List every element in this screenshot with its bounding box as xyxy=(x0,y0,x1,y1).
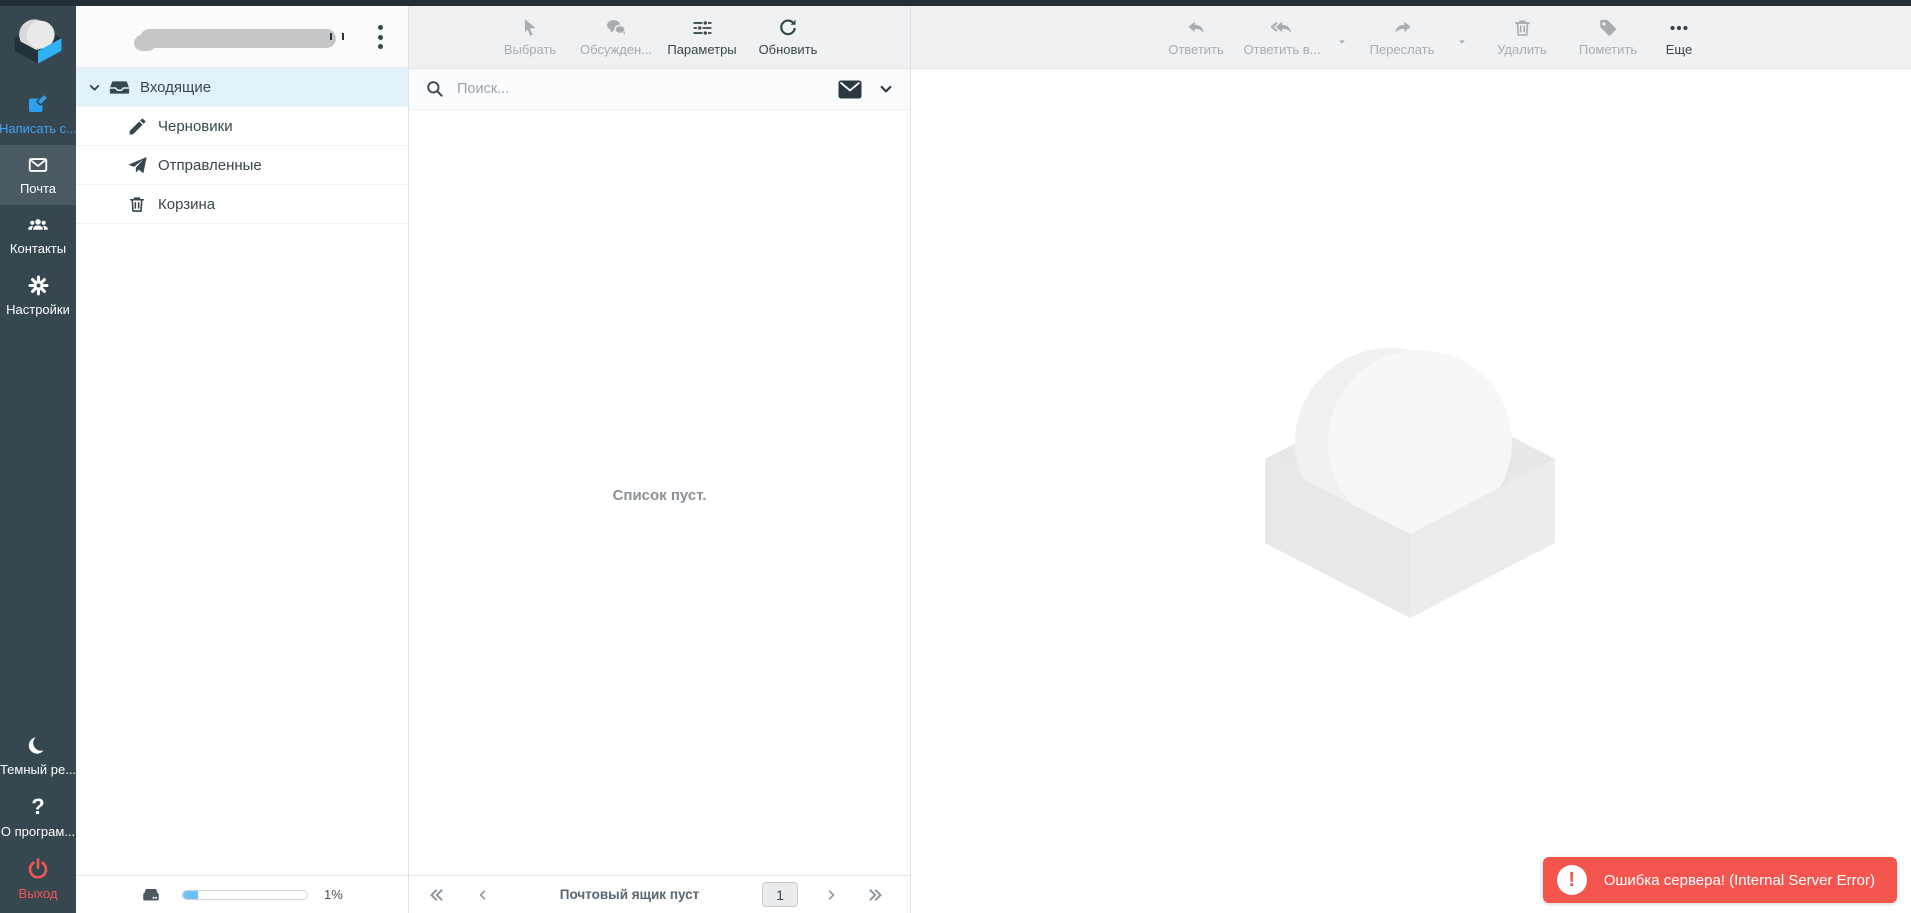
top-window-strip xyxy=(0,0,1911,6)
mail-view-pane: Ответить Ответить в... Переслать xyxy=(911,6,1911,913)
page-number-input[interactable] xyxy=(762,882,798,907)
quota-progress-fill xyxy=(183,891,198,899)
sidebar-item-label: Почта xyxy=(20,181,56,196)
folder-pane: Входящие Черновики Отправленные xyxy=(76,6,409,913)
search-input[interactable] xyxy=(455,80,838,98)
sidebar-item-label: Темный ре... xyxy=(0,762,76,777)
search-scope-envelope-icon[interactable] xyxy=(838,80,862,99)
sidebar-item-label: О програм... xyxy=(1,824,75,839)
folder-collapse-icon[interactable] xyxy=(88,81,102,94)
folder-label: Корзина xyxy=(158,196,215,213)
quota-bar-area: 1% xyxy=(76,875,408,913)
refresh-icon xyxy=(777,17,799,39)
folder-item-sent[interactable]: Отправленные xyxy=(76,146,408,185)
mail-toolbar: Ответить Ответить в... Переслать xyxy=(911,6,1911,69)
error-toast-text: Ошибка сервера! (Internal Server Error) xyxy=(1604,872,1875,889)
delete-button[interactable]: Удалить xyxy=(1479,8,1565,66)
storage-drive-icon xyxy=(138,884,164,906)
threads-button[interactable]: Обсужден... xyxy=(573,8,659,66)
moon-icon xyxy=(26,733,50,757)
list-toolbar: Выбрать Обсужден... xyxy=(409,6,910,69)
kebab-menu-icon[interactable] xyxy=(370,23,390,51)
last-page-button[interactable] xyxy=(860,880,890,910)
reply-all-caret-icon[interactable] xyxy=(1325,13,1359,71)
folder-item-inbox[interactable]: Входящие xyxy=(76,68,408,107)
sidebar-item-logout[interactable]: Выход xyxy=(0,848,76,913)
search-icon xyxy=(425,79,445,99)
empty-list-message: Список пуст. xyxy=(409,487,910,504)
error-exclamation-icon: ! xyxy=(1557,865,1587,895)
sidebar-item-label: Контакты xyxy=(10,241,66,256)
trash-icon xyxy=(124,194,150,215)
reply-icon xyxy=(1185,17,1208,39)
sidebar-item-label: Выход xyxy=(19,886,58,901)
compose-icon xyxy=(26,92,50,116)
select-cursor-icon xyxy=(519,17,541,39)
threads-icon xyxy=(604,17,628,39)
folder-item-drafts[interactable]: Черновики xyxy=(76,107,408,146)
roundcube-watermark xyxy=(1258,347,1563,643)
sidebar-item-label: Настройки xyxy=(6,302,70,317)
forward-icon xyxy=(1391,17,1414,39)
mailbox-status-text: Почтовый ящик пуст xyxy=(497,887,762,902)
reply-button[interactable]: Ответить xyxy=(1153,8,1239,66)
mark-button[interactable]: Пометить xyxy=(1565,8,1651,66)
drafts-pencil-icon xyxy=(124,116,150,137)
message-list-pane: Выбрать Обсужден... xyxy=(409,6,911,913)
sidebar-item-dark-mode[interactable]: Темный ре... xyxy=(0,724,76,786)
options-sliders-icon xyxy=(691,17,714,39)
webmail-app: Написать с... Почта Контакты xyxy=(0,0,1911,913)
settings-gear-icon xyxy=(27,274,50,297)
contacts-icon xyxy=(25,214,51,236)
power-icon xyxy=(26,857,50,881)
delete-trash-icon xyxy=(1512,17,1533,39)
taskbar: Написать с... Почта Контакты xyxy=(0,0,76,913)
sent-plane-icon xyxy=(124,155,150,176)
folder-label: Черновики xyxy=(158,118,233,135)
previous-page-button[interactable] xyxy=(467,880,497,910)
error-toast: ! Ошибка сервера! (Internal Server Error… xyxy=(1543,857,1897,903)
sidebar-item-mail[interactable]: Почта xyxy=(0,145,76,205)
forward-caret-icon[interactable] xyxy=(1445,13,1479,71)
more-button[interactable]: Еще xyxy=(1651,8,1707,66)
roundcube-logo-icon xyxy=(11,16,65,66)
app-logo[interactable] xyxy=(11,16,65,71)
reply-all-button[interactable]: Ответить в... xyxy=(1239,8,1325,66)
sidebar-item-settings[interactable]: Настройки xyxy=(0,265,76,326)
options-button[interactable]: Параметры xyxy=(659,8,745,66)
account-name-redacted xyxy=(140,29,336,48)
folder-item-trash[interactable]: Корзина xyxy=(76,185,408,224)
sidebar-item-contacts[interactable]: Контакты xyxy=(0,205,76,265)
mail-icon xyxy=(26,154,50,176)
first-page-button[interactable] xyxy=(421,880,451,910)
next-page-button[interactable] xyxy=(816,880,846,910)
list-pagination: Почтовый ящик пуст xyxy=(409,875,910,913)
reply-all-icon xyxy=(1270,17,1295,39)
search-bar xyxy=(409,69,910,110)
quota-percent-label: 1% xyxy=(324,887,343,902)
refresh-button[interactable]: Обновить xyxy=(745,8,831,66)
sidebar-item-about[interactable]: ? О програм... xyxy=(0,786,76,848)
tag-icon xyxy=(1597,17,1619,39)
search-options-chevron-icon[interactable] xyxy=(878,81,894,97)
quota-progress-bar xyxy=(182,890,308,900)
account-header xyxy=(76,6,408,68)
sidebar-item-compose[interactable]: Написать с... xyxy=(0,83,76,145)
folder-label: Отправленные xyxy=(158,157,262,174)
help-icon: ? xyxy=(31,795,44,819)
more-ellipsis-icon xyxy=(1667,17,1691,39)
inbox-icon xyxy=(106,77,132,98)
forward-button[interactable]: Переслать xyxy=(1359,8,1445,66)
folder-label: Входящие xyxy=(140,79,211,96)
sidebar-item-label: Написать с... xyxy=(0,121,76,136)
select-button[interactable]: Выбрать xyxy=(487,8,573,66)
